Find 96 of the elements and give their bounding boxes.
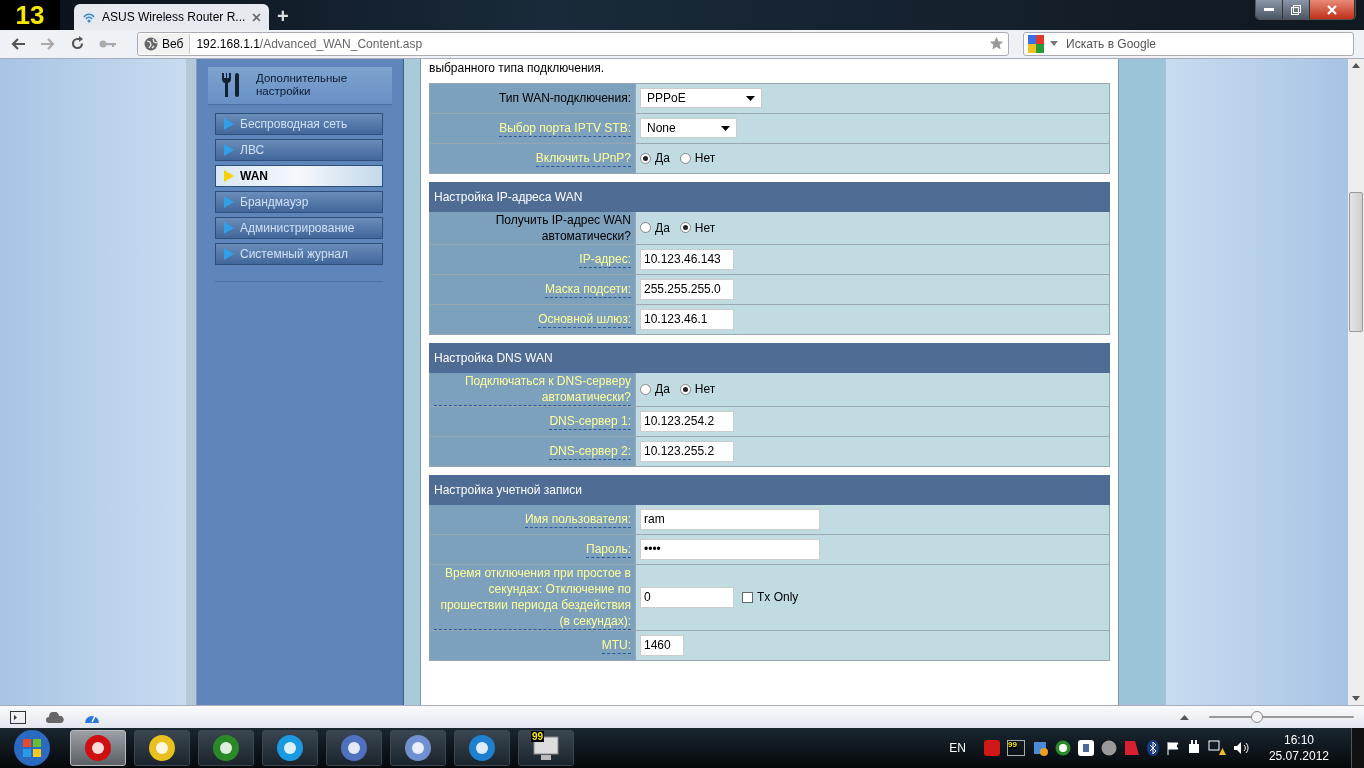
radio-option[interactable]: Да — [640, 151, 670, 166]
power-plug-icon[interactable] — [1186, 740, 1201, 756]
tab-title: ASUS Wireless Router R... — [102, 10, 246, 24]
radio-button[interactable] — [640, 383, 651, 395]
triangle-icon — [224, 117, 234, 130]
close-icon[interactable] — [252, 12, 261, 22]
app-badge: 13 — [0, 0, 60, 30]
close-icon — [1327, 4, 1337, 15]
scroll-down-icon[interactable] — [1352, 696, 1360, 702]
counter-badge: 99 — [1007, 741, 1017, 749]
input-field[interactable]: 10.123.46.143 — [640, 248, 734, 270]
dropdown[interactable]: PPPoE — [640, 88, 762, 109]
radio-option[interactable]: Нет — [679, 220, 716, 235]
google-icon — [1028, 34, 1044, 53]
reload-icon[interactable] — [70, 36, 85, 52]
address-field[interactable]: Веб 192.168.1.1/Advanced_WAN_Content.asp — [137, 31, 1009, 56]
new-tab-button[interactable]: + — [269, 2, 297, 30]
checkbox-option[interactable]: Tx Only — [742, 590, 799, 605]
radio-option[interactable]: Нет — [679, 382, 716, 397]
field-label: Тип WAN-подключения: — [499, 90, 631, 107]
star-icon[interactable] — [989, 36, 1004, 52]
input-field[interactable]: ram — [640, 508, 820, 530]
triangle-icon — [224, 195, 234, 208]
zoom-slider[interactable] — [1209, 710, 1354, 724]
radio-button[interactable] — [679, 152, 691, 164]
radio-option[interactable]: Нет — [679, 151, 716, 166]
section-header: Настройка DNS WAN — [429, 343, 1110, 373]
input-field[interactable]: 0 — [640, 586, 734, 608]
triangle-icon — [224, 143, 234, 156]
caret-icon[interactable] — [1050, 41, 1058, 47]
section-header: Настройка IP-адреса WAN — [429, 182, 1110, 212]
triangle-icon — [224, 169, 234, 182]
taskbar-button[interactable] — [390, 730, 446, 766]
flag-icon[interactable] — [1165, 741, 1180, 755]
up-arrow-icon[interactable] — [1180, 714, 1189, 720]
start-button[interactable] — [12, 729, 52, 767]
minimize-button[interactable] — [1256, 0, 1283, 19]
back-icon[interactable] — [10, 36, 26, 51]
intro-text: выбранного типа подключения. — [429, 60, 606, 75]
clock-time[interactable]: 16:10 — [1283, 732, 1314, 748]
input-field[interactable]: 1460 — [640, 634, 684, 656]
globe-icon — [144, 36, 158, 51]
scroll-up-icon[interactable] — [1352, 62, 1360, 68]
menu-item[interactable]: WAN — [215, 164, 383, 187]
radio-button[interactable] — [679, 222, 691, 234]
search-box[interactable]: Искать в Google — [1023, 31, 1354, 56]
minimize-icon — [1264, 7, 1274, 12]
caret-icon — [721, 125, 730, 131]
section-header: Настройка учетной записи — [429, 475, 1110, 505]
radio-button[interactable] — [640, 152, 651, 164]
taskbar-button[interactable] — [134, 730, 190, 766]
show-desktop-button[interactable] — [1351, 728, 1364, 768]
url-host: 192.168.1.1 — [196, 36, 260, 51]
scrollbar[interactable] — [1348, 58, 1364, 706]
sidebar-title: Дополнительные настройки — [256, 72, 349, 99]
clock-date[interactable]: 25.07.2012 — [1268, 748, 1329, 764]
language-indicator[interactable]: EN — [949, 741, 966, 755]
dropdown[interactable]: None — [640, 118, 737, 139]
caret-icon — [746, 95, 755, 101]
cloud-icon[interactable] — [46, 711, 64, 723]
restore-button[interactable] — [1283, 0, 1310, 19]
input-field[interactable]: 255.255.255.0 — [640, 278, 734, 300]
site-info-button[interactable]: Веб — [138, 33, 191, 54]
slider-thumb[interactable] — [1250, 711, 1263, 723]
monitor-tray-icon[interactable]: 99 — [1006, 740, 1025, 756]
chip-label: Веб — [162, 36, 184, 51]
field-label: Получить IP-адрес WAN автоматически? — [494, 211, 631, 244]
counter-badge: 99 — [531, 731, 545, 742]
taskbar-button[interactable] — [198, 730, 254, 766]
speaker-icon[interactable] — [1232, 741, 1249, 755]
taskbar-button[interactable] — [262, 730, 318, 766]
radio-button[interactable] — [640, 222, 651, 234]
close-button[interactable] — [1310, 0, 1355, 19]
radio-option[interactable]: Да — [640, 220, 670, 235]
radio-button[interactable] — [679, 383, 691, 395]
checkbox[interactable] — [742, 591, 753, 603]
bluetooth-icon[interactable] — [1146, 740, 1159, 756]
browser-tab[interactable]: ASUS Wireless Router R... — [74, 4, 269, 30]
restore-icon — [1291, 4, 1301, 15]
network-warning-icon[interactable] — [1207, 740, 1226, 756]
search-field[interactable]: Искать в Google — [1064, 35, 1353, 52]
password-field[interactable]: •••• — [640, 538, 820, 560]
taskbar-button[interactable] — [454, 730, 510, 766]
taskbar-button[interactable]: 99 — [518, 730, 574, 766]
input-field[interactable]: 10.123.46.1 — [640, 308, 734, 330]
panel-icon[interactable] — [10, 710, 26, 724]
input-field[interactable]: 10.123.255.2 — [640, 440, 734, 462]
wifi-icon — [82, 11, 96, 23]
triangle-icon — [224, 247, 234, 260]
radio-option[interactable]: Да — [640, 382, 670, 397]
taskbar-button[interactable] — [326, 730, 382, 766]
monitor-icon — [531, 734, 561, 762]
input-field[interactable]: 10.123.254.2 — [640, 410, 734, 432]
triangle-icon — [224, 221, 234, 234]
scroll-thumb[interactable] — [1349, 191, 1363, 332]
url-path: /Advanced_WAN_Content.asp — [259, 36, 423, 51]
